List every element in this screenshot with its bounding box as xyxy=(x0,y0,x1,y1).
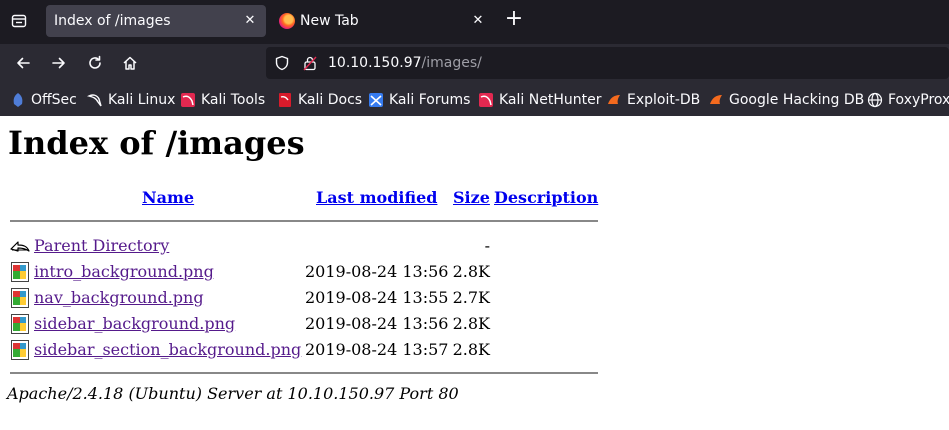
kali-tools-icon xyxy=(180,92,196,108)
divider xyxy=(10,372,598,374)
tab-title: Index of /images xyxy=(54,13,171,29)
kali-docs-icon xyxy=(277,92,293,108)
firefox-view-icon xyxy=(11,14,27,28)
reload-button[interactable] xyxy=(82,50,108,76)
file-row: intro_background.png 2019-08-24 13:56 2.… xyxy=(0,260,600,282)
arrow-left-icon xyxy=(17,57,30,69)
file-modified: 2019-08-24 13:57 xyxy=(305,340,449,359)
bookmark-label: Kali Docs xyxy=(298,92,363,108)
bookmark-label: OffSec xyxy=(31,92,77,108)
bookmark-label: FoxyProxy xyxy=(888,92,949,108)
file-link[interactable]: sidebar_background.png xyxy=(34,314,235,333)
tracking-protection-icon[interactable] xyxy=(274,55,290,75)
tab-title: New Tab xyxy=(300,13,359,29)
file-size: 2.8K xyxy=(452,262,490,281)
divider xyxy=(10,220,598,222)
file-size: 2.7K xyxy=(452,288,490,307)
globe-icon xyxy=(867,92,883,108)
url-text[interactable]: 10.10.150.97/images/ xyxy=(328,55,482,71)
file-row: sidebar_background.png 2019-08-24 13:56 … xyxy=(0,312,600,334)
forward-button[interactable] xyxy=(46,50,72,76)
new-tab-button[interactable]: + xyxy=(502,8,526,32)
file-modified: 2019-08-24 13:56 xyxy=(305,262,449,281)
ghdb-icon xyxy=(708,92,724,108)
column-header-name[interactable]: Name xyxy=(142,188,194,207)
url-host: 10.10.150.97 xyxy=(328,55,422,71)
parent-directory-row: Parent Directory - xyxy=(0,234,600,256)
bookmark-kali-nethunter[interactable]: Kali NetHunter xyxy=(478,91,601,109)
bookmark-label: Exploit-DB xyxy=(627,92,701,108)
bookmark-label: Kali NetHunter xyxy=(499,92,602,108)
image-file-icon xyxy=(10,314,30,334)
home-button[interactable] xyxy=(117,50,143,76)
column-header-size[interactable]: Size xyxy=(453,188,490,207)
arrow-right-icon xyxy=(52,57,65,69)
file-modified: 2019-08-24 13:56 xyxy=(305,314,449,333)
image-file-icon xyxy=(10,288,30,308)
bookmark-kali-linux[interactable]: Kali Linux xyxy=(86,91,176,109)
file-size: 2.8K xyxy=(452,314,490,333)
file-modified: 2019-08-24 13:55 xyxy=(305,288,449,307)
file-size: - xyxy=(484,236,490,255)
tab-index-of-images[interactable]: Index of /images ✕ xyxy=(46,5,266,37)
column-header-description[interactable]: Description xyxy=(494,188,598,207)
tab-new-tab[interactable]: New Tab ✕ xyxy=(270,5,494,37)
url-path: /images/ xyxy=(421,55,482,71)
back-folder-icon xyxy=(10,236,30,256)
bookmark-label: Kali Forums xyxy=(389,92,471,108)
kali-forums-icon xyxy=(368,92,384,108)
image-file-icon xyxy=(10,262,30,282)
file-link[interactable]: intro_background.png xyxy=(34,262,214,281)
close-tab-icon[interactable]: ✕ xyxy=(242,12,258,28)
bookmark-kali-tools[interactable]: Kali Tools xyxy=(180,91,265,109)
page-content: Index of /images Name Last modified Size… xyxy=(0,116,949,430)
kali-dragon-icon xyxy=(86,92,103,108)
exploitdb-icon xyxy=(606,92,622,108)
address-bar[interactable]: 10.10.150.97/images/ xyxy=(266,47,949,79)
plus-icon: + xyxy=(504,6,524,31)
insecure-connection-icon[interactable] xyxy=(302,55,318,75)
file-link[interactable]: sidebar_section_background.png xyxy=(34,340,301,359)
firefox-view-button[interactable] xyxy=(6,8,32,34)
server-signature: Apache/2.4.18 (Ubuntu) Server at 10.10.1… xyxy=(7,384,459,403)
column-header-last-modified[interactable]: Last modified xyxy=(316,188,437,207)
offsec-icon xyxy=(10,92,26,108)
bookmark-label: Google Hacking DB xyxy=(729,92,865,108)
page-title: Index of /images xyxy=(8,124,305,162)
bookmark-kali-docs[interactable]: Kali Docs xyxy=(277,91,362,109)
image-file-icon xyxy=(10,340,30,360)
reload-icon xyxy=(89,55,101,69)
tab-bar: Index of /images ✕ New Tab ✕ + xyxy=(0,0,949,44)
navigation-toolbar: 10.10.150.97/images/ xyxy=(0,44,949,82)
bookmarks-toolbar: OffSec Kali Linux Kali Tools Kali Docs K… xyxy=(0,82,949,116)
bookmark-label: Kali Tools xyxy=(201,92,266,108)
parent-directory-link[interactable]: Parent Directory xyxy=(34,236,169,255)
nethunter-icon xyxy=(478,92,494,108)
close-tab-icon[interactable]: ✕ xyxy=(470,12,486,28)
bookmark-foxyproxy[interactable]: FoxyProxy xyxy=(867,91,949,109)
home-icon xyxy=(123,56,137,70)
bookmark-offsec[interactable]: OffSec xyxy=(10,91,77,109)
back-button[interactable] xyxy=(10,50,36,76)
bookmark-google-hacking-db[interactable]: Google Hacking DB xyxy=(708,91,864,109)
bookmark-exploit-db[interactable]: Exploit-DB xyxy=(606,91,700,109)
firefox-icon xyxy=(279,13,295,29)
file-row: sidebar_section_background.png 2019-08-2… xyxy=(0,338,600,360)
bookmark-label: Kali Linux xyxy=(108,92,176,108)
file-row: nav_background.png 2019-08-24 13:55 2.7K xyxy=(0,286,600,308)
bookmark-kali-forums[interactable]: Kali Forums xyxy=(368,91,470,109)
file-size: 2.8K xyxy=(452,340,490,359)
file-link[interactable]: nav_background.png xyxy=(34,288,204,307)
